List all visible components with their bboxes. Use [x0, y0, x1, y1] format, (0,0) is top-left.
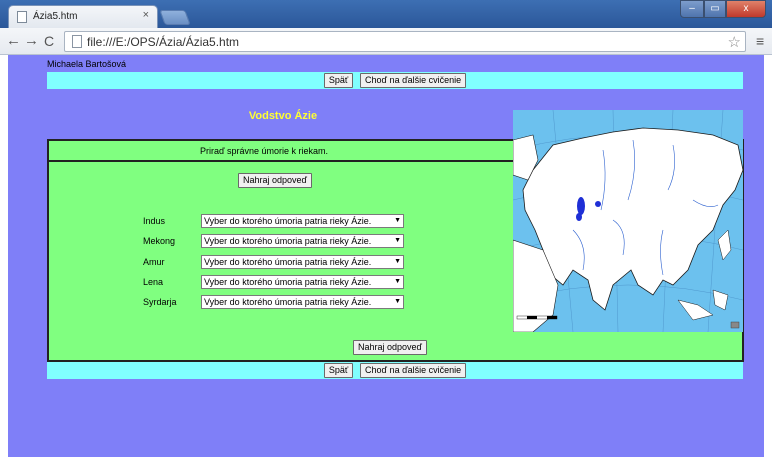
file-icon [72, 35, 82, 48]
browser-tab[interactable]: Ázia5.htm × [8, 5, 158, 28]
page-icon [17, 11, 27, 23]
ocean-select[interactable]: Vyber do ktorého úmoria patria rieky Ázi… [201, 255, 404, 269]
submit-answer-button-top[interactable]: Nahraj odpoveď [238, 173, 313, 188]
dropdown-arrow-icon: ▼ [394, 278, 401, 285]
asia-map-image [513, 110, 743, 332]
dropdown-arrow-icon: ▼ [394, 237, 401, 244]
river-label: Lena [143, 277, 164, 287]
window-controls: ‒ ▭ x [680, 0, 766, 18]
author-name: Michaela Bartošová [47, 59, 127, 69]
next-exercise-button-bottom[interactable]: Choď na ďalšie cvičenie [360, 363, 467, 378]
river-label: Syrdarja [143, 297, 177, 307]
river-label: Amur [143, 257, 165, 267]
url-text[interactable]: file:///E:/OPS/Ázia/Ázia5.htm [87, 35, 239, 49]
ocean-select[interactable]: Vyber do ktorého úmoria patria rieky Ázi… [201, 275, 404, 289]
dropdown-arrow-icon: ▼ [394, 298, 401, 305]
minimize-button[interactable]: ‒ [680, 0, 704, 18]
tab-title: Ázia5.htm [33, 11, 78, 22]
new-tab-button[interactable] [159, 10, 191, 25]
back-button-bottom[interactable]: Späť [323, 363, 354, 378]
top-navigation: Späť Choď na ďalšie cvičenie [47, 72, 743, 89]
next-exercise-button[interactable]: Choď na ďalšie cvičenie [360, 73, 467, 88]
browser-toolbar: ← → C file:///E:/OPS/Ázia/Ázia5.htm ☆ ≡ [0, 28, 772, 55]
reload-icon[interactable]: C [44, 32, 54, 50]
address-bar[interactable]: file:///E:/OPS/Ázia/Ázia5.htm ☆ [64, 31, 746, 52]
river-label: Indus [143, 216, 166, 226]
bottom-navigation: Späť Choď na ďalšie cvičenie [47, 362, 743, 379]
dropdown-arrow-icon: ▼ [394, 258, 401, 265]
browser-tab-strip: Ázia5.htm × ‒ ▭ x [0, 0, 772, 28]
browser-menu-icon[interactable]: ≡ [756, 33, 764, 49]
back-button[interactable]: Späť [323, 73, 354, 88]
river-label: Mekong [143, 236, 176, 246]
ocean-select[interactable]: Vyber do ktorého úmoria patria rieky Ázi… [201, 295, 404, 309]
page-viewport: Michaela Bartošová Späť Choď na ďalšie c… [8, 55, 764, 457]
page-title: Vodstvo Ázie [248, 110, 318, 122]
close-tab-icon[interactable]: × [143, 9, 149, 21]
back-arrow-icon[interactable]: ← [6, 32, 21, 50]
close-window-button[interactable]: x [726, 0, 766, 18]
ocean-select[interactable]: Vyber do ktorého úmoria patria rieky Ázi… [201, 234, 404, 248]
forward-arrow-icon[interactable]: → [24, 32, 39, 50]
submit-answer-button-bottom[interactable]: Nahraj odpoveď [353, 340, 428, 355]
ocean-select[interactable]: Vyber do ktorého úmoria patria rieky Ázi… [201, 214, 404, 228]
bookmark-star-icon[interactable]: ☆ [728, 33, 741, 51]
dropdown-arrow-icon: ▼ [394, 217, 401, 224]
maximize-button[interactable]: ▭ [704, 0, 726, 18]
instruction-text: Priraď správne úmorie k riekam. [199, 146, 329, 156]
